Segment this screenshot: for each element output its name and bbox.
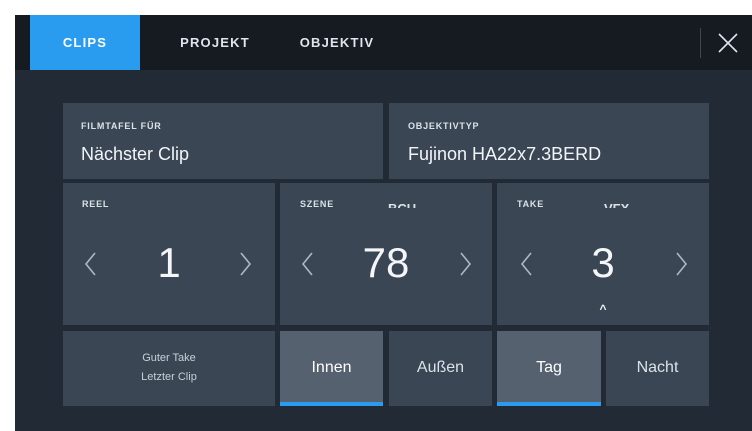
reel-label: REEL xyxy=(82,199,110,209)
chevron-right-icon xyxy=(460,252,472,276)
slate-screen: CLIPS PROJEKT OBJEKTIV FILMTAFEL FÜR Näc… xyxy=(15,15,752,431)
night-button[interactable]: Nacht xyxy=(606,331,709,406)
reel-stepper: REEL 1 xyxy=(63,183,275,325)
scene-increment-button[interactable] xyxy=(455,249,475,279)
night-label: Nacht xyxy=(636,359,679,376)
scene-label: SZENE xyxy=(300,199,335,209)
tab-bar: CLIPS PROJEKT OBJEKTIV xyxy=(15,15,752,70)
good-take-last-clip-label: Letzter Clip xyxy=(141,371,197,383)
slate-for-field[interactable]: FILMTAFEL FÜR Nächster Clip xyxy=(63,103,383,179)
scene-suffix[interactable]: BCU xyxy=(388,201,416,208)
interior-active-indicator xyxy=(280,402,383,406)
day-active-indicator xyxy=(497,402,601,406)
lens-type-value: Fujinon HA22x7.3BERD xyxy=(408,144,602,164)
chevron-right-icon xyxy=(240,252,252,276)
close-button[interactable] xyxy=(710,25,746,61)
take-increment-button[interactable] xyxy=(671,249,691,279)
lens-type-field[interactable]: OBJEKTIVTYP Fujinon HA22x7.3BERD xyxy=(389,103,709,179)
good-take-button[interactable]: Guter Take Letzter Clip xyxy=(63,331,275,406)
close-icon xyxy=(718,33,738,53)
tab-divider xyxy=(700,28,701,58)
lens-type-label: OBJEKTIVTYP xyxy=(408,121,480,131)
take-stepper: TAKE VFX 3 ^ xyxy=(497,183,709,325)
take-mark: ^ xyxy=(599,302,607,316)
slate-for-value: Nächster Clip xyxy=(81,144,190,164)
tab-projekt[interactable]: PROJEKT xyxy=(160,15,270,70)
day-button[interactable]: Tag xyxy=(497,331,601,406)
exterior-label: Außen xyxy=(416,359,465,376)
tab-clips[interactable]: CLIPS xyxy=(30,15,140,70)
chevron-right-icon xyxy=(676,252,688,276)
tab-objektiv[interactable]: OBJEKTIV xyxy=(282,15,392,70)
reel-increment-button[interactable] xyxy=(235,249,255,279)
exterior-button[interactable]: Außen xyxy=(389,331,492,406)
scene-stepper: SZENE BCU 78 xyxy=(280,183,492,325)
slate-for-label: FILMTAFEL FÜR xyxy=(81,121,162,131)
take-label: TAKE xyxy=(517,199,545,209)
interior-button[interactable]: Innen xyxy=(280,331,383,406)
take-suffix[interactable]: VFX xyxy=(604,201,629,208)
good-take-label: Guter Take xyxy=(142,352,196,364)
interior-label: Innen xyxy=(311,359,352,376)
day-label: Tag xyxy=(536,359,562,376)
